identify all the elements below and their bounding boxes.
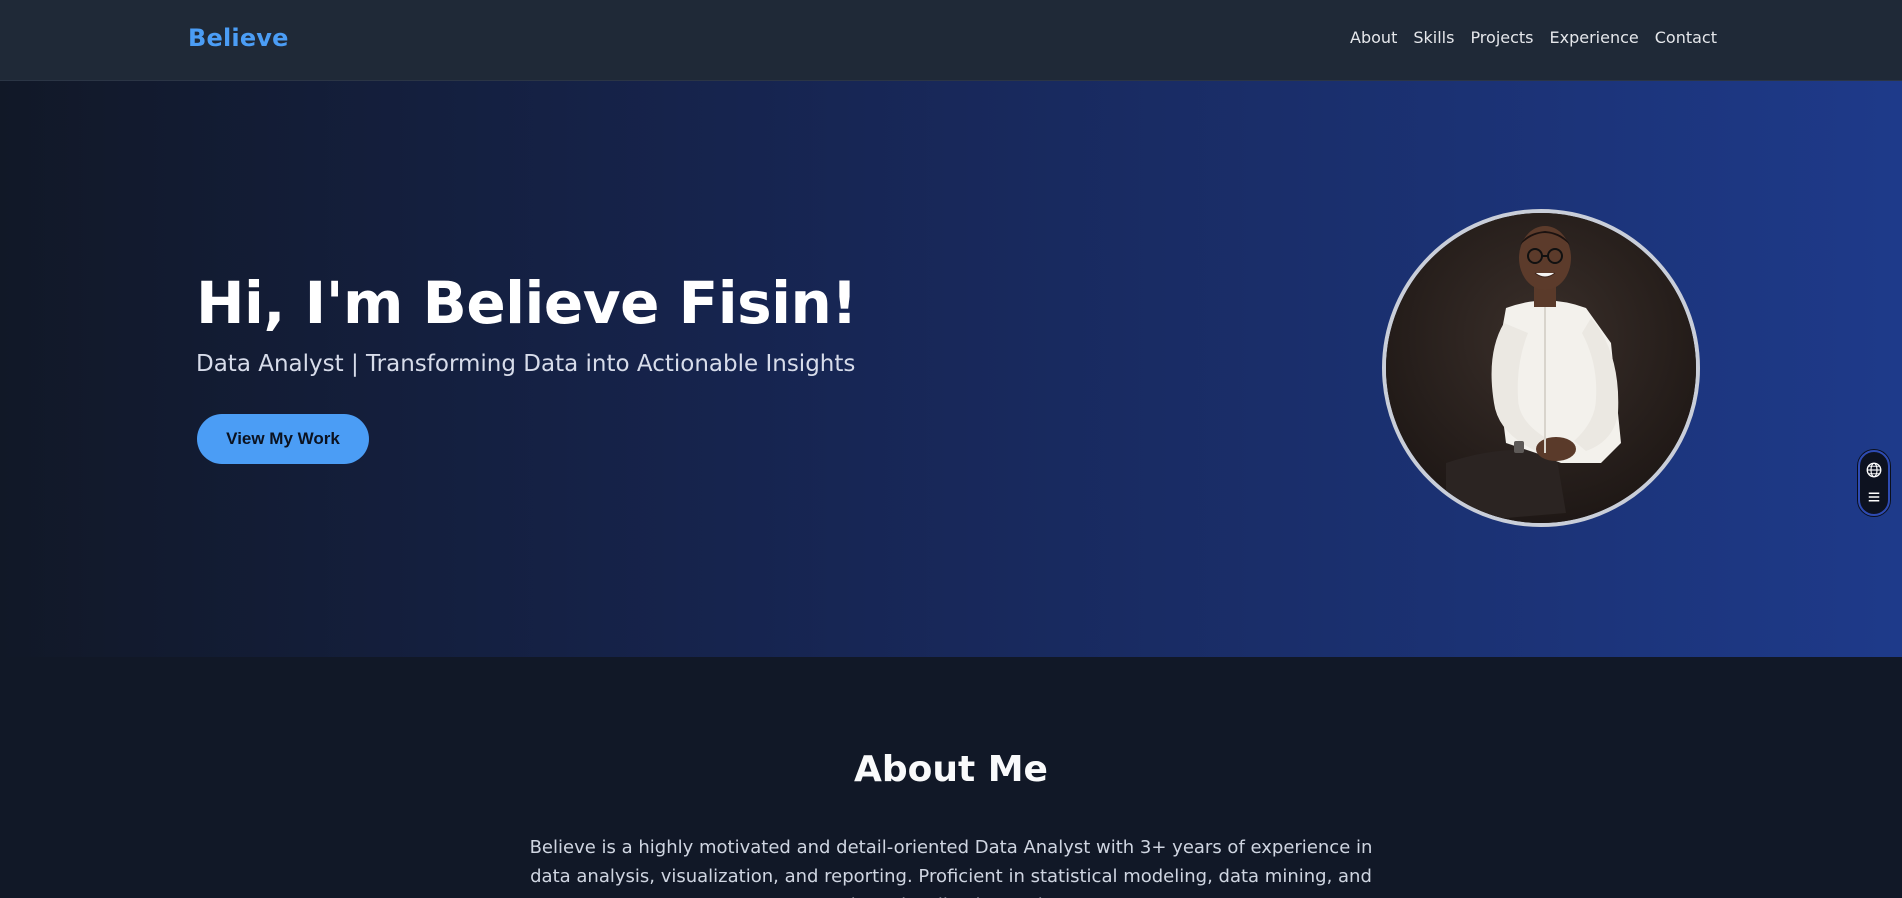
floating-toolbar <box>1858 450 1890 516</box>
about-title: About Me <box>854 749 1048 790</box>
profile-photo <box>1386 213 1696 523</box>
hero-section: Hi, I'm Believe Fisin! Data Analyst | Tr… <box>0 81 1902 657</box>
page: Believe About Skills Projects Experience… <box>0 0 1902 898</box>
nav-link-experience[interactable]: Experience <box>1550 28 1639 47</box>
brand-logo[interactable]: Believe <box>188 24 289 52</box>
nav-link-contact[interactable]: Contact <box>1655 28 1717 47</box>
globe-icon[interactable] <box>1865 461 1883 479</box>
about-section: About Me Believe is a highly motivated a… <box>0 657 1902 898</box>
nav-link-skills[interactable]: Skills <box>1413 28 1454 47</box>
about-text: Believe is a highly motivated and detail… <box>529 837 1373 898</box>
menu-icon[interactable] <box>1865 488 1883 506</box>
hero-subtitle: Data Analyst | Transforming Data into Ac… <box>196 351 856 377</box>
avatar <box>1382 209 1700 527</box>
nav-links: About Skills Projects Experience Contact <box>1350 28 1717 47</box>
navbar: Believe About Skills Projects Experience… <box>0 0 1902 81</box>
view-my-work-button[interactable]: View My Work <box>197 414 369 464</box>
nav-link-about[interactable]: About <box>1350 28 1397 47</box>
hero-title: Hi, I'm Believe Fisin! <box>196 269 858 337</box>
nav-link-projects[interactable]: Projects <box>1470 28 1533 47</box>
